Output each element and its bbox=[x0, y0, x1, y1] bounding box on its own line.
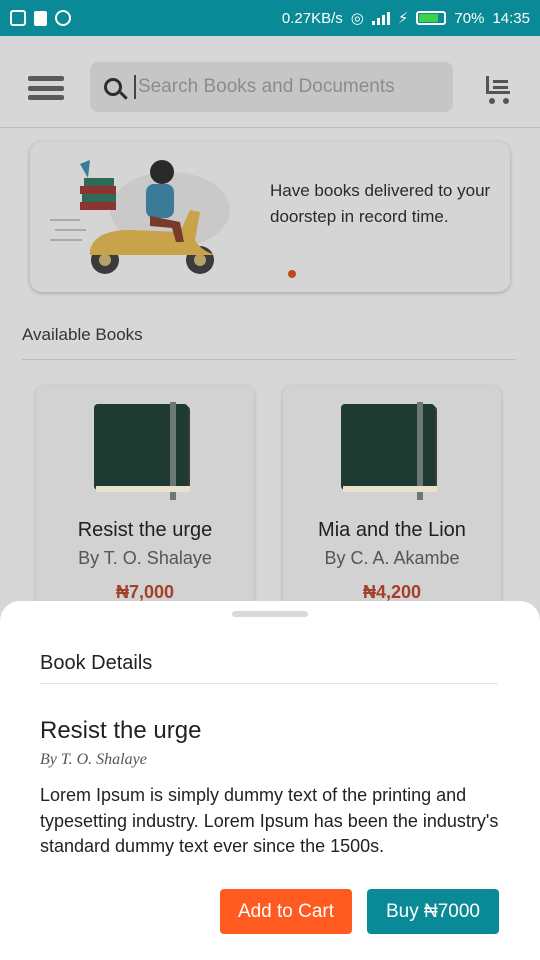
book-price: ₦7,000 bbox=[115, 582, 175, 602]
banner-text: Have books delivered to your doorstep in… bbox=[270, 181, 491, 226]
drag-handle[interactable] bbox=[232, 611, 308, 617]
book-author: By T. O. Shalaye bbox=[78, 548, 212, 568]
book-author: By C. A. Akambe bbox=[324, 548, 460, 568]
sheet-header: Book Details bbox=[40, 652, 153, 674]
battery-percent: 70% bbox=[454, 9, 485, 27]
clock: 14:35 bbox=[492, 9, 530, 27]
carousel-indicator[interactable] bbox=[288, 270, 296, 278]
sheet-description: Lorem Ipsum is simply dummy text of the … bbox=[40, 785, 499, 856]
charging-icon: ⚡ bbox=[397, 10, 409, 27]
text-caret bbox=[134, 75, 136, 99]
book-price: ₦4,200 bbox=[362, 582, 422, 602]
promo-banner[interactable]: Have books delivered to your doorstep in… bbox=[30, 142, 510, 292]
menu-icon[interactable] bbox=[28, 76, 64, 100]
hotspot-icon: ◎ bbox=[350, 10, 364, 27]
book-details-sheet: Book Details Resist the urge By T. O. Sh… bbox=[0, 601, 540, 960]
status-right: 0.27KB/s ◎ ⚡ 70% 14:35 bbox=[281, 9, 530, 28]
sheet-book-author: By T. O. Shalaye bbox=[40, 751, 147, 768]
add-to-cart-button[interactable]: Add to Cart bbox=[220, 889, 352, 934]
book-card[interactable]: Mia and the Lion By C. A. Akambe ₦4,200 bbox=[283, 386, 501, 616]
lock-icon bbox=[34, 10, 47, 26]
search-placeholder: Search Books and Documents bbox=[138, 76, 395, 97]
status-left-icons bbox=[10, 10, 71, 26]
image-notification-icon bbox=[10, 10, 26, 26]
status-bar: 0.27KB/s ◎ ⚡ 70% 14:35 bbox=[0, 0, 540, 36]
cart-icon[interactable] bbox=[480, 72, 512, 104]
sync-icon bbox=[55, 10, 71, 26]
delivery-scooter-illustration bbox=[50, 160, 230, 274]
network-speed: 0.27KB/s bbox=[281, 9, 343, 27]
book-card[interactable]: Resist the urge By T. O. Shalaye ₦7,000 bbox=[36, 386, 254, 616]
divider bbox=[22, 359, 516, 360]
sheet-book-title: Resist the urge bbox=[40, 717, 202, 744]
search-icon bbox=[104, 78, 122, 96]
divider bbox=[40, 683, 498, 684]
battery-icon bbox=[416, 11, 447, 25]
buy-button[interactable]: Buy ₦7000 bbox=[367, 889, 499, 934]
notebook-icon bbox=[94, 402, 190, 500]
book-title: Resist the urge bbox=[77, 519, 213, 541]
section-title: Available Books bbox=[22, 325, 143, 344]
app-top-bar: Search Books and Documents bbox=[0, 36, 540, 128]
notebook-icon bbox=[341, 402, 437, 500]
search-input[interactable]: Search Books and Documents bbox=[90, 62, 453, 112]
signal-icon bbox=[371, 11, 390, 25]
book-title: Mia and the Lion bbox=[318, 519, 466, 541]
